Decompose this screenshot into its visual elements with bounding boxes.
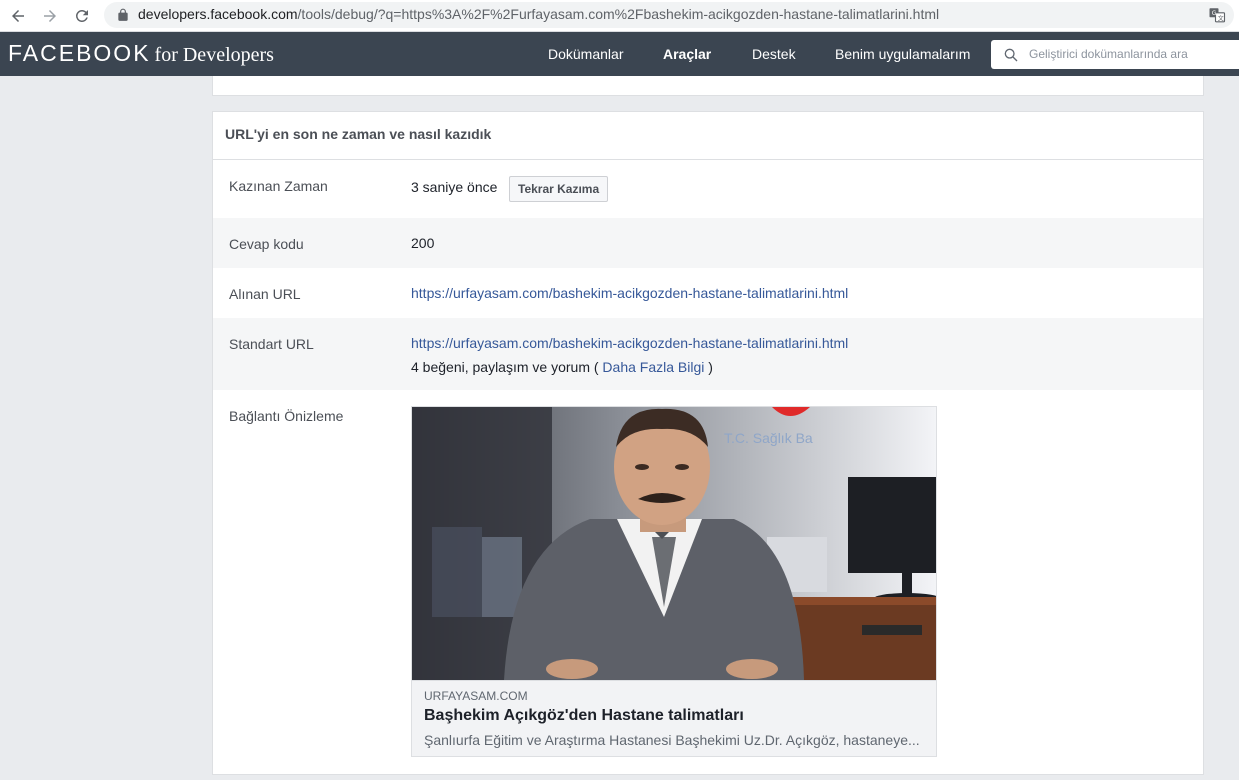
scrape-info-card: URL'yi en son ne zaman ve nasıl kazıdık … [212,111,1204,775]
more-info-link[interactable]: Daha Fazla Bilgi [602,359,704,375]
previous-card [212,76,1204,96]
url-text: developers.facebook.com/tools/debug/?q=h… [138,6,939,22]
preview-description: Şanlıurfa Eğitim ve Araştırma Hastanesi … [424,732,920,748]
lock-icon [118,8,128,21]
url-path: /tools/debug/?q=https%3A%2F%2Furfayasam.… [297,6,940,22]
reload-icon [75,9,88,22]
canonical-url-label: Standart URL [229,336,314,352]
preview-domain: URFAYASAM.COM [424,689,528,703]
row-scraped-time: Kazınan Zaman 3 saniye önce Tekrar Kazım… [213,160,1203,218]
engagement-summary: 4 beğeni, paylaşım ve yorum ( Daha Fazla… [411,359,713,375]
reload-button[interactable] [70,4,94,28]
preview-title: Başhekim Açıkgöz'den Hastane talimatları [424,707,744,724]
scrape-again-button[interactable]: Tekrar Kazıma [509,176,609,202]
nav-docs[interactable]: Dokümanlar [548,46,623,62]
url-host: developers.facebook.com [138,6,298,22]
row-response-code: Cevap kodu 200 [213,218,1203,268]
brand-main: FACEBOOK [8,40,151,66]
preview-meta: URFAYASAM.COM Başhekim Açıkgöz'den Hasta… [412,680,936,756]
forward-button[interactable] [38,4,62,28]
card-title: URL'yi en son ne zaman ve nasıl kazıdık [225,126,492,142]
translate-icon[interactable]: G文 [1208,6,1226,24]
forward-arrow-icon [44,10,56,22]
scraped-time-label: Kazınan Zaman [229,178,328,194]
brand-logo[interactable]: FACEBOOK for Developers [8,40,274,67]
response-code-value: 200 [411,235,435,251]
scraped-time-value: 3 saniye önce [411,179,498,195]
svg-text:文: 文 [1218,14,1224,22]
brand-sub: for Developers [154,44,274,66]
search-placeholder: Geliştirici dokümanlarında ara [1029,47,1188,61]
nav-my-apps[interactable]: Benim uygulamalarım [835,46,970,62]
canonical-url-link[interactable]: https://urfayasam.com/bashekim-acikgozde… [411,335,848,351]
back-button[interactable] [6,4,30,28]
response-code-label: Cevap kodu [229,236,304,252]
sign-text: T.C. Sağlık Ba [724,430,813,446]
fetched-url-label: Alınan URL [229,286,301,302]
svg-text:G: G [1212,10,1217,17]
row-fetched-url: Alınan URL https://urfayasam.com/basheki… [213,268,1203,318]
docs-search[interactable]: Geliştirici dokümanlarında ara [991,40,1239,69]
site-header: FACEBOOK for Developers Dokümanlar Araçla… [0,32,1239,76]
back-arrow-icon [12,10,24,22]
nav-tools[interactable]: Araçlar [663,46,711,62]
engagement-text: 4 beğeni, paylaşım ve yorum ( [411,359,599,375]
fetched-url-link[interactable]: https://urfayasam.com/bashekim-acikgozde… [411,285,848,301]
link-preview[interactable]: T.C. Sağlık Ba URFAYASAM.COM Başhekim Aç… [411,406,937,757]
nav-support[interactable]: Destek [752,46,796,62]
link-preview-label: Bağlantı Önizleme [229,408,344,424]
search-icon [1004,48,1018,62]
preview-image: T.C. Sağlık Ba [412,407,936,680]
engagement-close: ) [708,359,713,375]
row-canonical-url: Standart URL https://urfayasam.com/bashe… [213,318,1203,390]
address-bar[interactable]: developers.facebook.com/tools/debug/?q=h… [104,2,1234,28]
browser-toolbar: developers.facebook.com/tools/debug/?q=h… [0,0,1239,32]
